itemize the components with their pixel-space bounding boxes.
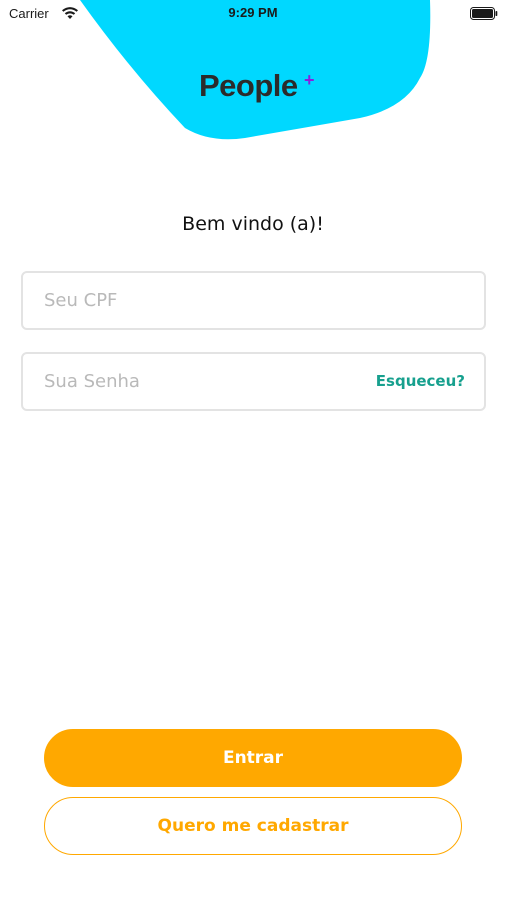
login-screen: Carrier 9:29 PM People + Bem vindo (a)! … — [0, 0, 506, 900]
register-button[interactable]: Quero me cadastrar — [44, 797, 462, 855]
battery-icon — [470, 7, 498, 20]
password-field[interactable]: Esqueceu? — [21, 352, 486, 411]
forgot-password-link[interactable]: Esqueceu? — [376, 372, 465, 390]
cpf-input[interactable] — [44, 273, 364, 328]
status-time: 9:29 PM — [228, 5, 278, 20]
login-button[interactable]: Entrar — [44, 729, 462, 787]
password-input[interactable] — [44, 354, 364, 409]
welcome-heading: Bem vindo (a)! — [182, 213, 324, 235]
logo-plus-icon: + — [304, 70, 315, 90]
app-logo: People — [199, 68, 298, 103]
status-bar: Carrier 9:29 PM — [0, 0, 506, 28]
cpf-field[interactable] — [21, 271, 486, 330]
